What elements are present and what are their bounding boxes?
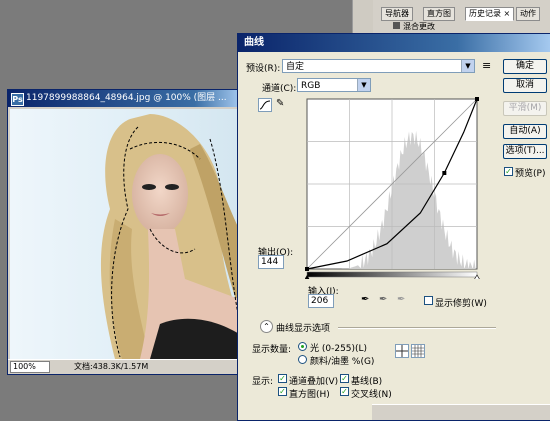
curves-dialog: 曲线 预设(R): 自定 ▼ ≡ 通道(C): RGB ▼ ✎ 输出(O): 1… — [237, 33, 550, 421]
intersection-line-checkbox[interactable]: ✓ — [340, 387, 349, 396]
grid-simple-icon[interactable] — [395, 344, 409, 358]
channel-overlays-checkbox[interactable]: ✓ — [278, 374, 287, 383]
ok-button[interactable]: 确定 — [503, 59, 547, 74]
preset-menu-icon[interactable]: ≡ — [482, 59, 491, 72]
tab-navigator[interactable]: 导航器 — [381, 7, 413, 21]
preset-value: 自定 — [286, 62, 305, 72]
baseline-checkbox[interactable]: ✓ — [340, 374, 349, 383]
grid-detailed-glyph — [412, 345, 424, 357]
document-size-info[interactable]: 文档:438.3K/1.57M — [74, 361, 148, 372]
curve-display-options-label: 曲线显示选项 — [276, 324, 331, 334]
document-title: 1197899988864_48964.jpg @ 100% (图层 ... — [26, 93, 227, 103]
input-gradient-bar — [306, 271, 478, 278]
show-clipping-checkbox[interactable] — [424, 296, 433, 305]
preview-label: 预览(P) — [515, 169, 546, 179]
channel-value: RGB — [301, 81, 321, 91]
history-step-icon — [393, 22, 400, 29]
show-clipping-label: 显示修剪(W) — [435, 299, 487, 309]
dialog-title[interactable]: 曲线 — [238, 34, 550, 52]
channel-label: 通道(C): — [262, 84, 297, 94]
pigment-radio[interactable] — [298, 355, 307, 364]
chevron-down-icon: ▼ — [357, 79, 370, 91]
smooth-button[interactable]: 平滑(M) — [503, 101, 547, 116]
grid-detailed-icon[interactable] — [411, 344, 425, 358]
input-field[interactable]: 206 — [308, 294, 334, 308]
auto-button[interactable]: 自动(A) — [503, 124, 547, 139]
gray-eyedropper-icon[interactable]: ✒ — [379, 294, 387, 305]
preset-label: 预设(R): — [246, 64, 281, 74]
history-step-label: 混合更改 — [403, 22, 435, 31]
channel-overlays-label: 通道叠加(V) — [289, 377, 339, 387]
panel-bottom-toolbar — [372, 404, 550, 420]
document-title-bar[interactable]: Ps 1197899988864_48964.jpg @ 100% (图层 ..… — [8, 90, 241, 107]
intersection-line-label: 交叉线(N) — [351, 390, 392, 400]
zoom-field[interactable]: 100% — [10, 361, 50, 373]
history-panel: 导航器 直方图 历史记录 × 动作 混合更改 — [352, 0, 550, 419]
light-radio[interactable] — [298, 342, 307, 351]
show-label: 显示: — [252, 377, 274, 387]
document-window: Ps 1197899988864_48964.jpg @ 100% (图层 ..… — [7, 89, 242, 375]
close-icon[interactable]: × — [504, 9, 511, 18]
baseline-label: 基线(B) — [351, 377, 383, 387]
curve-point-tool-icon[interactable] — [258, 98, 272, 112]
tab-actions[interactable]: 动作 — [516, 7, 540, 21]
pencil-tool-icon[interactable]: ✎ — [276, 98, 284, 109]
curve-control-point — [442, 171, 447, 175]
histogram-checkbox[interactable]: ✓ — [278, 387, 287, 396]
histogram-label: 直方图(H) — [289, 390, 330, 400]
options-button[interactable]: 选项(T)... — [503, 144, 547, 159]
black-eyedropper-icon[interactable]: ✒ — [361, 294, 369, 305]
collapse-icon[interactable]: ⌃ — [260, 320, 273, 333]
document-status-bar: 100% 文档:438.3K/1.57M — [8, 359, 241, 374]
light-option-label: 光 (0-255)(L) — [310, 344, 368, 354]
cancel-button[interactable]: 取消 — [503, 78, 547, 93]
divider — [338, 327, 496, 329]
preset-select[interactable]: 自定 ▼ — [282, 59, 475, 73]
curve-control-point — [305, 267, 309, 271]
white-eyedropper-icon[interactable]: ✒ — [397, 294, 405, 305]
pigment-option-label: 颜料/油墨 %(G) — [310, 357, 375, 367]
channel-select[interactable]: RGB ▼ — [297, 78, 371, 92]
curve-control-point — [475, 97, 479, 101]
photo-canvas[interactable] — [10, 109, 239, 359]
curves-graph[interactable] — [305, 97, 480, 279]
curve-tool-glyph — [259, 100, 271, 110]
portrait-image — [100, 114, 239, 359]
tab-histogram[interactable]: 直方图 — [423, 7, 455, 21]
show-amount-label: 显示数量: — [252, 345, 292, 355]
history-step[interactable]: 混合更改 — [393, 21, 435, 32]
photoshop-doc-icon: Ps — [11, 93, 24, 106]
chevron-down-icon: ▼ — [461, 60, 474, 72]
output-field[interactable]: 144 — [258, 255, 284, 269]
grid-simple-glyph — [396, 345, 408, 357]
tab-history-label: 历史记录 — [469, 9, 501, 18]
tab-history[interactable]: 历史记录 × — [465, 7, 515, 21]
preview-checkbox[interactable]: ✓ — [504, 167, 513, 176]
